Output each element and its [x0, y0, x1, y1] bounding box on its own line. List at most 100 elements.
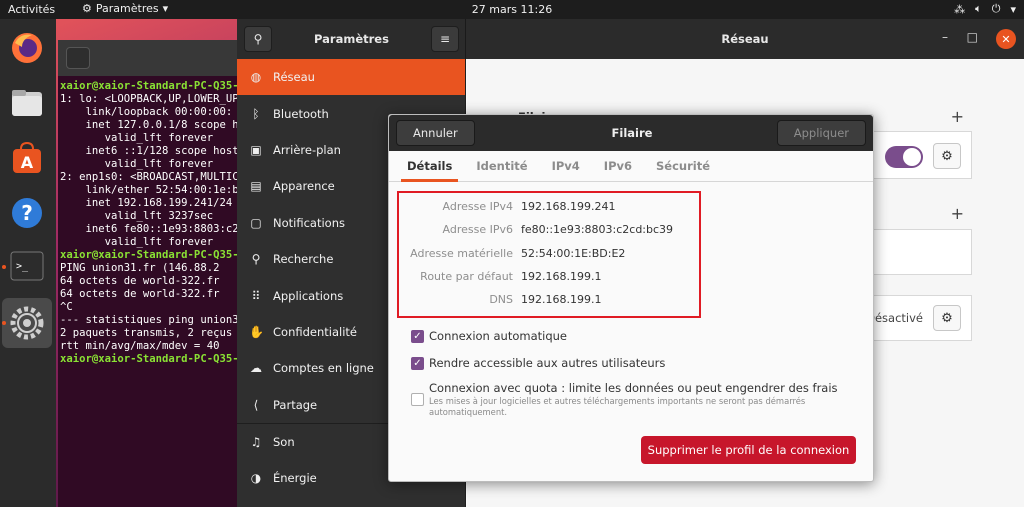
available-all-label: Rendre accessible aux autres utilisateur… [429, 356, 666, 370]
detail-label: Adresse IPv6 [442, 223, 513, 237]
bluetooth-icon: ᛒ [252, 106, 260, 121]
firefox-icon[interactable] [8, 29, 46, 67]
help-icon[interactable]: ? [8, 194, 46, 232]
wired-settings-button[interactable]: ⚙ [933, 143, 961, 169]
close-icon: ✕ [1001, 32, 1011, 46]
sidebar-item-label: Recherche [273, 252, 334, 267]
auto-connect-checkbox[interactable]: ✓ [411, 330, 424, 343]
terminal-output: xaior@xaior-Standard-PC-Q35-ICH9-2009:~$… [58, 76, 248, 370]
minimize-button[interactable]: – [942, 30, 948, 44]
terminal-line: xaior@xaior-Standard-PC-Q35-ICH9-2009:~$… [60, 249, 248, 261]
terminal-line: link/ether 52:54:00:1e:bd:e2 [60, 184, 249, 196]
apply-button[interactable]: Appliquer [776, 120, 866, 146]
details-highlight-box: Adresse IPv4 192.168.199.241 Adresse IPv6 f… [397, 191, 701, 318]
proxy-status: Désactivé [866, 311, 923, 325]
applications-icon: ⠿ [251, 288, 261, 303]
sidebar-item-label: Réseau [273, 70, 315, 85]
detail-value: 192.168.199.1 [521, 293, 602, 307]
chevron-down-icon: ▾ [162, 2, 169, 15]
available-all-checkbox[interactable]: ✓ [411, 357, 424, 370]
settings-headerbar: ⚲ Paramètres ≡ Réseau – □ ✕ [237, 19, 1024, 59]
sidebar-item-label: Bluetooth [273, 106, 329, 121]
terminal-line: valid_lft forever [60, 132, 214, 144]
terminal-line: 2: enp1s0: <BROADCAST,MULTICAST,UP> [60, 171, 248, 183]
network-status-icon: ⁂ [954, 2, 966, 16]
metered-checkbox[interactable] [411, 393, 424, 406]
chevron-down-icon: ▾ [1010, 2, 1016, 16]
running-indicator [2, 321, 6, 325]
app-menu-label: Paramètres [95, 2, 159, 15]
network-icon: ◍ [250, 70, 262, 85]
app-menu[interactable]: ⚙ Paramètres ▾ [82, 2, 168, 15]
available-all-option[interactable]: ✓ Rendre accessible aux autres utilisate… [411, 356, 665, 370]
detail-value: fe80::1e93:8803:c2cd:bc39 [521, 223, 674, 237]
terminal-line: 64 octets de world-322.fr [60, 288, 220, 300]
sidebar-item-network[interactable]: ◍ Réseau [237, 59, 465, 96]
power-menu-icon: ⏻ [991, 2, 1001, 15]
terminal-line: inet 192.168.199.241/24 [60, 197, 233, 209]
detail-row: Adresse matérielle 52:54:00:1E:BD:E2 [399, 247, 703, 267]
dock: A ? >_ [0, 19, 56, 507]
add-vpn-button[interactable]: + [951, 204, 964, 223]
dialog-headerbar: Annuler Filaire Appliquer [389, 115, 873, 151]
terminal-line: inet6 ::1/128 scope host [60, 145, 239, 157]
activities-button[interactable]: Activités [8, 3, 55, 16]
background-icon: ▣ [250, 142, 262, 157]
detail-value: 192.168.199.1 [521, 269, 602, 283]
auto-connect-option[interactable]: ✓ Connexion automatique [411, 329, 567, 343]
delete-profile-button[interactable]: Supprimer le profil de la connexion [641, 436, 856, 464]
new-tab-button[interactable] [66, 47, 90, 69]
files-icon[interactable] [8, 84, 46, 122]
cancel-button[interactable]: Annuler [396, 120, 475, 146]
notifications-icon: ▢ [250, 215, 262, 230]
sidebar-item-label: Applications [273, 288, 344, 303]
terminal-line: inet 127.0.0.1/8 scope host lo [85, 119, 249, 131]
sidebar-item-label: Comptes en ligne [273, 361, 374, 376]
detail-row: DNS 192.168.199.1 [399, 293, 703, 313]
online-accounts-icon: ☁ [250, 361, 262, 376]
clock[interactable]: 27 mars 11:26 [472, 3, 552, 16]
detail-value: 192.168.199.241 [521, 200, 616, 213]
dialog-title: Filaire [611, 126, 653, 140]
running-indicator [2, 265, 6, 269]
terminal-line: xaior@xaior-Standard-PC-Q35-ICH9-2009:~$ [60, 353, 248, 365]
terminal-line: xaior@xaior-Standard-PC-Q35-ICH9-2009:~$… [60, 80, 248, 92]
sidebar-item-label: Énergie [273, 471, 317, 486]
power-icon: ◑ [250, 471, 262, 486]
metered-option[interactable]: Connexion avec quota : limite les donnée… [411, 381, 838, 418]
terminal-icon[interactable]: >_ [8, 247, 46, 285]
sidebar-item-label: Apparence [273, 179, 335, 194]
settings-icon[interactable] [8, 304, 46, 342]
detail-row: Adresse IPv4 192.168.199.241 [399, 200, 703, 220]
svg-text:?: ? [21, 201, 33, 225]
tab-s-curit-[interactable]: Sécurité [644, 151, 722, 181]
sidebar-item-label: Partage [273, 397, 318, 412]
tab-ipv6[interactable]: IPv6 [592, 151, 644, 181]
tab-d-tails[interactable]: Détails [395, 151, 464, 182]
metered-label: Connexion avec quota : limite les donnée… [429, 381, 838, 395]
terminal-line: 2 paquets transmis, 2 reçus [60, 327, 233, 339]
detail-label: Adresse matérielle [410, 246, 513, 260]
wired-connection-dialog: Annuler Filaire Appliquer Détails Identit… [388, 114, 874, 482]
top-bar: Activités ⚙ Paramètres ▾ 27 mars 11:26 ⁂… [0, 0, 1024, 19]
terminal-line: 1: lo: <LOOPBACK,UP,LOWER_UP> [60, 93, 245, 105]
auto-connect-label: Connexion automatique [429, 329, 567, 343]
add-connection-button[interactable]: + [951, 107, 964, 126]
software-store-icon[interactable]: A [8, 139, 46, 177]
volume-icon: 🔈︎ [975, 2, 982, 15]
detail-label: DNS [489, 293, 513, 307]
menu-button[interactable]: ≡ [431, 26, 459, 52]
close-button[interactable]: ✕ [996, 29, 1016, 49]
detail-row: Route par défaut 192.168.199.1 [399, 270, 703, 290]
terminal-line: --- statistiques ping union31.fr [60, 314, 248, 326]
proxy-settings-button[interactable]: ⚙ [933, 305, 961, 331]
terminal-window[interactable]: xaior@xaior-Standard-PC-Q35-ICH9-2009:~$… [58, 40, 248, 507]
gear-icon: ⚙ [941, 310, 953, 326]
system-tray[interactable]: ⁂ 🔈︎ ⏻ ▾ [954, 2, 1016, 16]
tab-identit-[interactable]: Identité [464, 151, 539, 181]
maximize-button[interactable]: □ [967, 30, 978, 44]
tab-ipv4[interactable]: IPv4 [540, 151, 592, 181]
appearance-icon: ▤ [250, 179, 262, 194]
wired-toggle[interactable] [885, 146, 923, 168]
sidebar-item-label: Confidentialité [273, 324, 357, 339]
